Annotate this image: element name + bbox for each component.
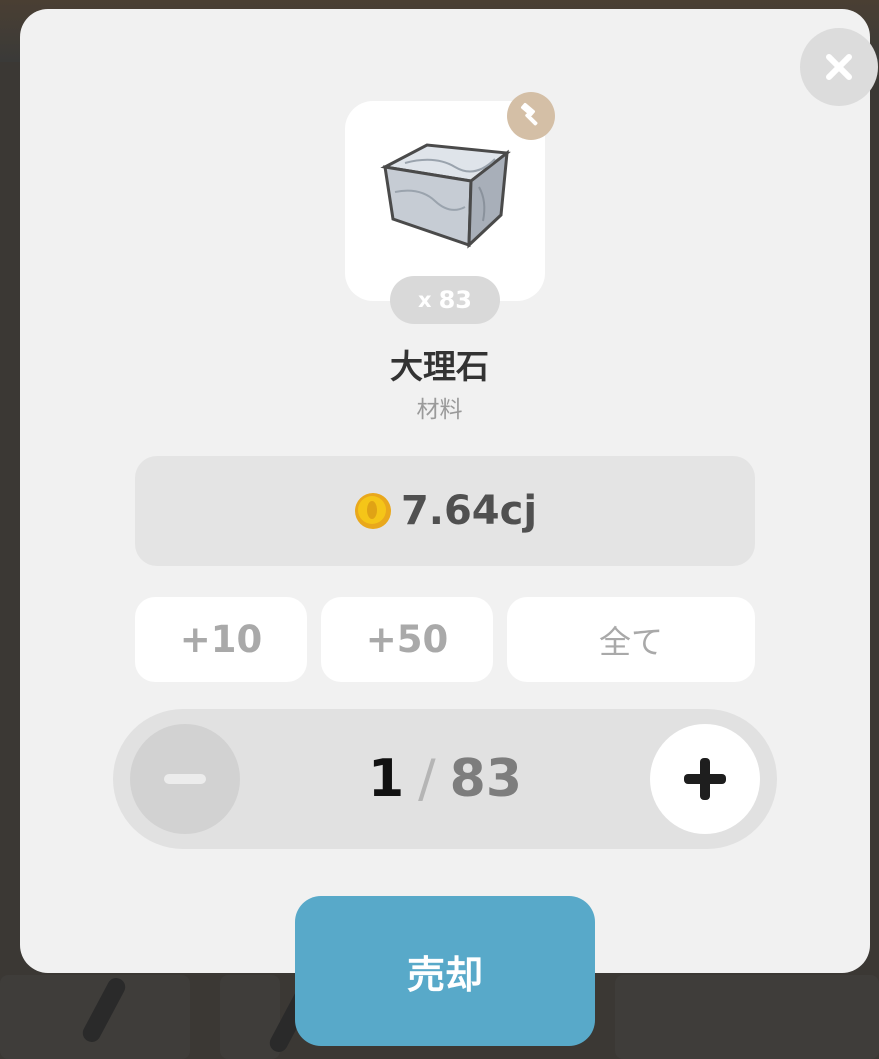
quantity-separator: /	[418, 749, 436, 809]
sell-price-amount: 7.64cj	[400, 488, 538, 534]
add-50-button[interactable]: +50	[321, 597, 493, 682]
add-10-button[interactable]: +10	[135, 597, 307, 682]
quantity-prefix: x	[418, 288, 432, 312]
sell-price-display: 7.64cj	[135, 456, 755, 566]
close-button[interactable]	[800, 28, 878, 106]
decrease-button[interactable]	[130, 724, 240, 834]
background-tile	[615, 975, 879, 1059]
item-category: 材料	[416, 397, 463, 423]
owned-quantity-badge: x 83	[390, 276, 500, 324]
gold-coin-icon	[354, 493, 391, 529]
close-icon	[826, 54, 852, 80]
selected-quantity: 1	[367, 749, 405, 809]
item-name: 大理石	[390, 347, 489, 386]
quantity-stepper: 1 / 83	[113, 709, 777, 849]
max-quantity: 83	[449, 749, 523, 809]
owned-quantity: 83	[438, 286, 472, 314]
hammer-icon	[521, 102, 538, 126]
hammer-badge	[507, 92, 555, 140]
marble-block-icon	[380, 143, 511, 249]
plus-icon	[684, 758, 726, 800]
sell-button[interactable]: 売却	[295, 896, 595, 1046]
select-all-button[interactable]: 全て	[507, 597, 755, 682]
minus-icon	[164, 774, 206, 784]
increase-button[interactable]	[650, 724, 760, 834]
